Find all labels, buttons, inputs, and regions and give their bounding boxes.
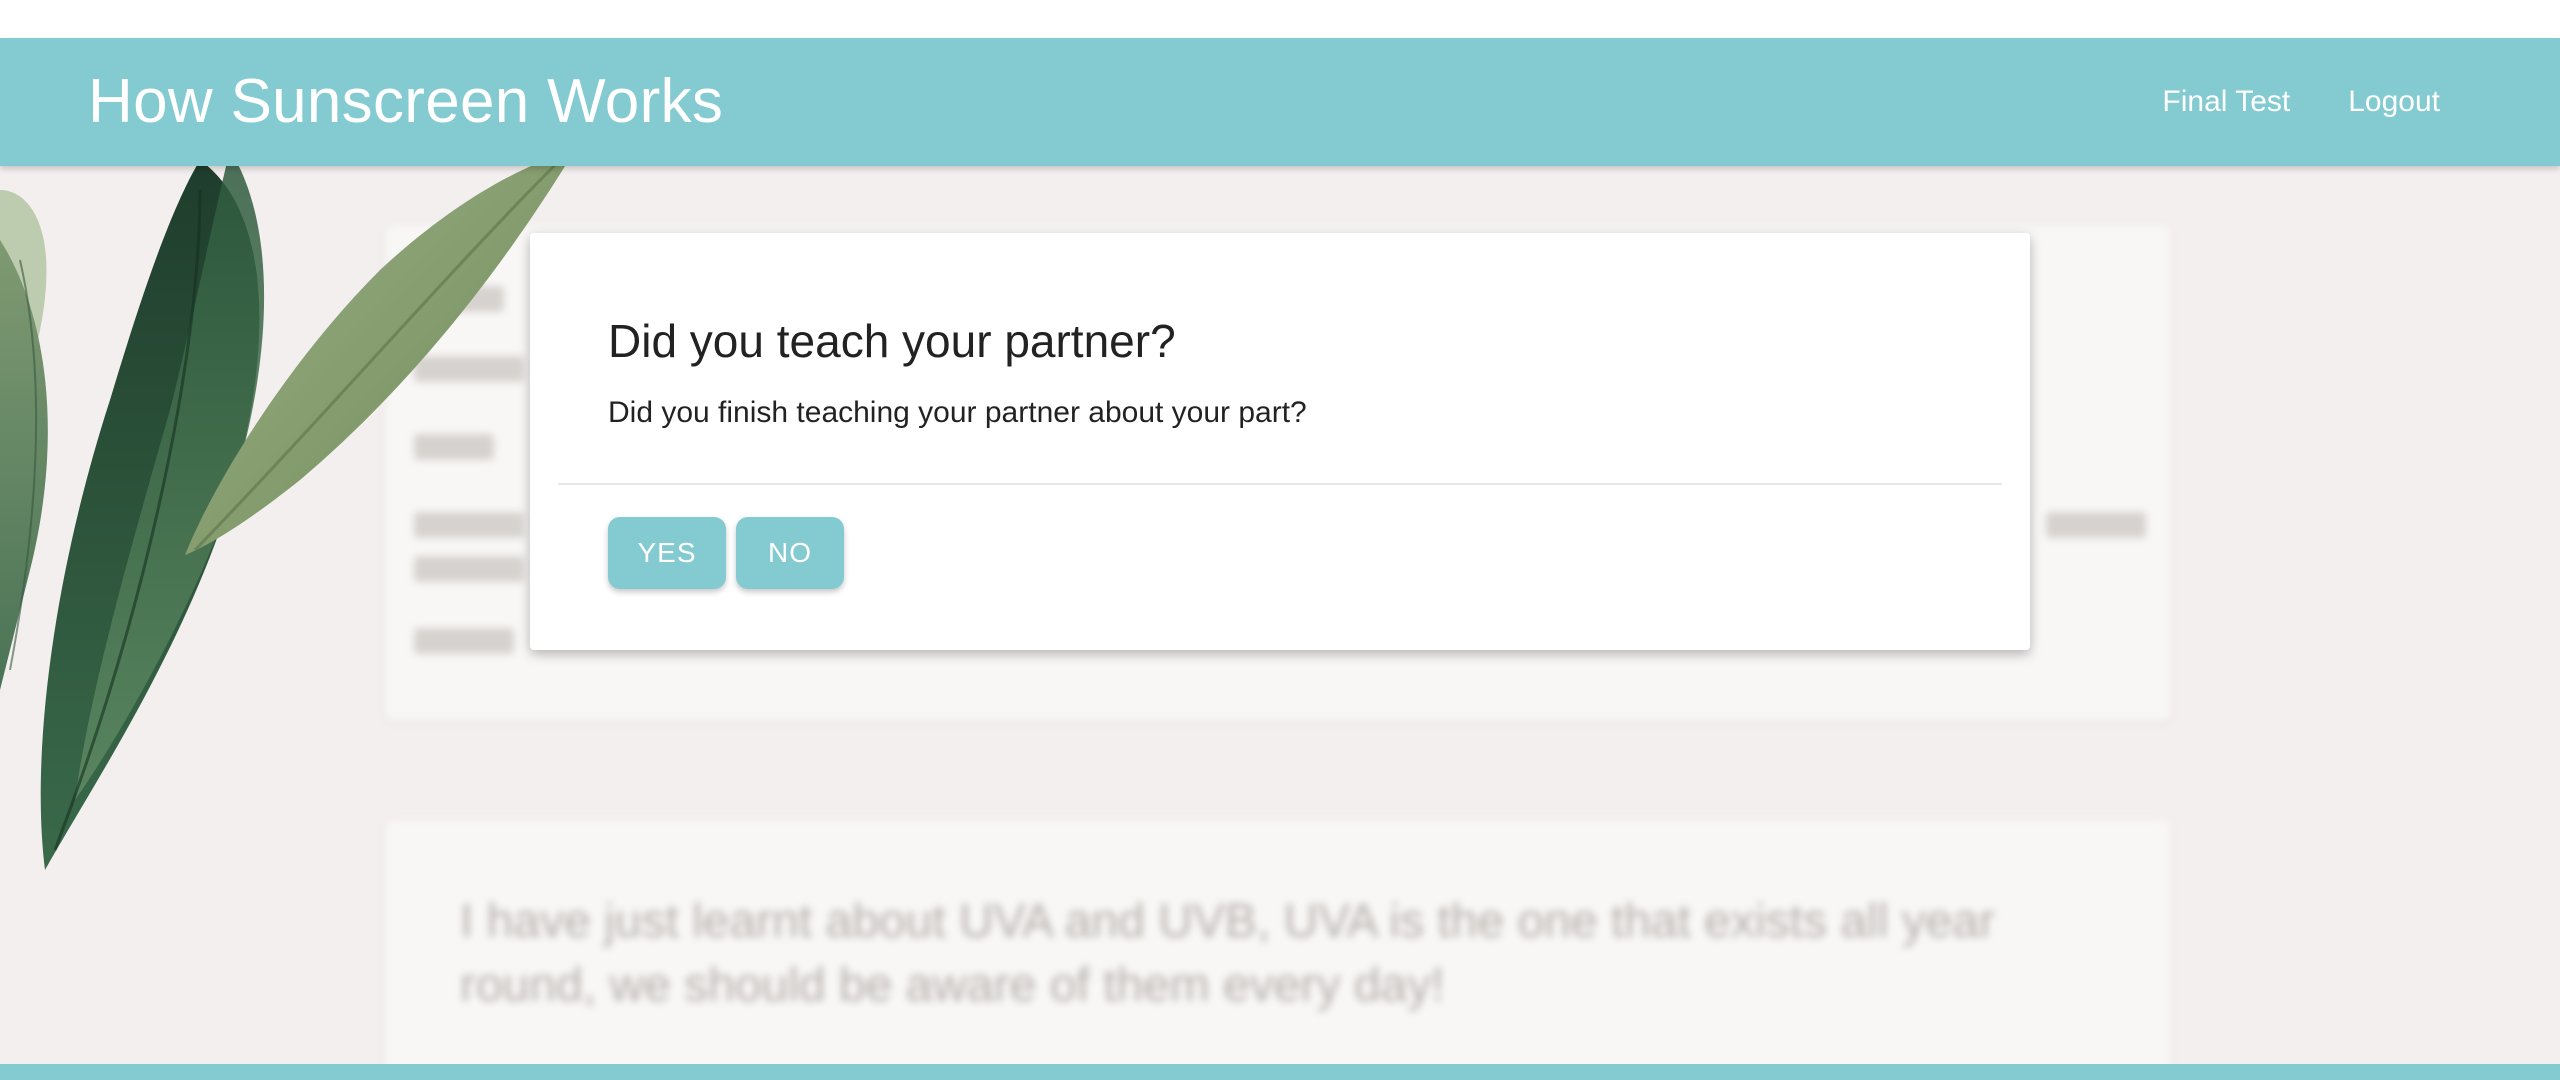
nav-link-final-test[interactable]: Final Test — [2162, 82, 2290, 122]
dialog-message: Did you finish teaching your partner abo… — [608, 396, 1307, 429]
top-strip — [0, 0, 2560, 38]
confirmation-dialog: Did you teach your partner? Did you fini… — [530, 233, 2030, 650]
dialog-actions: YES NO — [608, 517, 844, 589]
leaves-decoration — [0, 150, 575, 870]
no-button[interactable]: NO — [736, 517, 844, 589]
nav-links: Final Test Logout — [2162, 82, 2440, 122]
app-title[interactable]: How Sunscreen Works — [88, 66, 723, 138]
navbar: How Sunscreen Works Final Test Logout — [0, 38, 2560, 166]
footer-bar — [0, 1064, 2560, 1080]
yes-button[interactable]: YES — [608, 517, 726, 589]
dialog-divider — [558, 483, 2002, 485]
reflection-text: I have just learnt about UVA and UVB, UV… — [460, 895, 1996, 1012]
blurred-text-line — [2046, 512, 2146, 538]
background-card-reflection: I have just learnt about UVA and UVB, UV… — [386, 820, 2170, 1080]
nav-link-logout[interactable]: Logout — [2348, 82, 2440, 122]
dialog-title: Did you teach your partner? — [608, 315, 1176, 367]
